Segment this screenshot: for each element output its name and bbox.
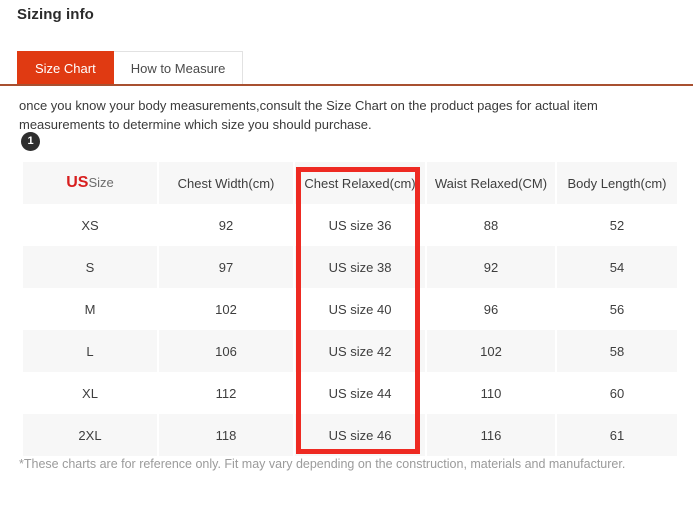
column-header-body-length: Body Length(cm) [557,162,677,204]
cell-body-length: 58 [557,330,677,372]
cell-waist-relaxed: 110 [427,372,555,414]
column-header-us-size: USSize [23,162,157,204]
column-header-chest-width: Chest Width(cm) [159,162,293,204]
cell-size: XL [23,372,157,414]
cell-waist-relaxed: 102 [427,330,555,372]
tab-how-to-measure[interactable]: How to Measure [113,51,244,85]
table-row: XL 112 US size 44 110 60 [23,372,677,414]
cell-chest-width: 112 [159,372,293,414]
step-badge-1: 1 [21,132,40,151]
column-header-waist-relaxed: Waist Relaxed(CM) [427,162,555,204]
tab-size-chart[interactable]: Size Chart [17,51,114,85]
cell-waist-relaxed: 88 [427,204,555,246]
tab-underline-rule [0,84,693,86]
column-header-us-label: US [66,174,89,191]
cell-chest-width: 102 [159,288,293,330]
table-row: M 102 US size 40 96 56 [23,288,677,330]
cell-body-length: 56 [557,288,677,330]
cell-waist-relaxed: 116 [427,414,555,456]
column-header-size-label: Size [88,175,114,190]
intro-paragraph: once you know your body measurements,con… [19,98,598,132]
footnote-text: *These charts are for reference only. Fi… [19,457,626,471]
table-row: S 97 US size 38 92 54 [23,246,677,288]
cell-size: 2XL [23,414,157,456]
sizing-info-page: Sizing info Size Chart How to Measure on… [0,0,693,515]
cell-chest-relaxed: US size 44 [295,372,425,414]
cell-body-length: 52 [557,204,677,246]
cell-chest-relaxed: US size 38 [295,246,425,288]
cell-chest-relaxed: US size 36 [295,204,425,246]
cell-waist-relaxed: 92 [427,246,555,288]
table-header-row: USSize Chest Width(cm) Chest Relaxed(cm)… [23,162,677,204]
tab-bar: Size Chart How to Measure [17,51,244,85]
cell-chest-relaxed: US size 42 [295,330,425,372]
cell-chest-width: 106 [159,330,293,372]
cell-body-length: 60 [557,372,677,414]
table-row: L 106 US size 42 102 58 [23,330,677,372]
size-chart-table: USSize Chest Width(cm) Chest Relaxed(cm)… [21,162,679,456]
cell-chest-relaxed: US size 46 [295,414,425,456]
cell-chest-width: 118 [159,414,293,456]
cell-size: M [23,288,157,330]
cell-size: L [23,330,157,372]
cell-chest-width: 97 [159,246,293,288]
cell-size: XS [23,204,157,246]
cell-body-length: 54 [557,246,677,288]
cell-chest-relaxed: US size 40 [295,288,425,330]
cell-waist-relaxed: 96 [427,288,555,330]
page-title: Sizing info [17,6,94,23]
column-header-chest-relaxed: Chest Relaxed(cm) [295,162,425,204]
table-row: XS 92 US size 36 88 52 [23,204,677,246]
cell-chest-width: 92 [159,204,293,246]
cell-body-length: 61 [557,414,677,456]
table-body: XS 92 US size 36 88 52 S 97 US size 38 9… [23,204,677,456]
cell-size: S [23,246,157,288]
table-row: 2XL 118 US size 46 116 61 [23,414,677,456]
table-header: USSize Chest Width(cm) Chest Relaxed(cm)… [23,162,677,204]
